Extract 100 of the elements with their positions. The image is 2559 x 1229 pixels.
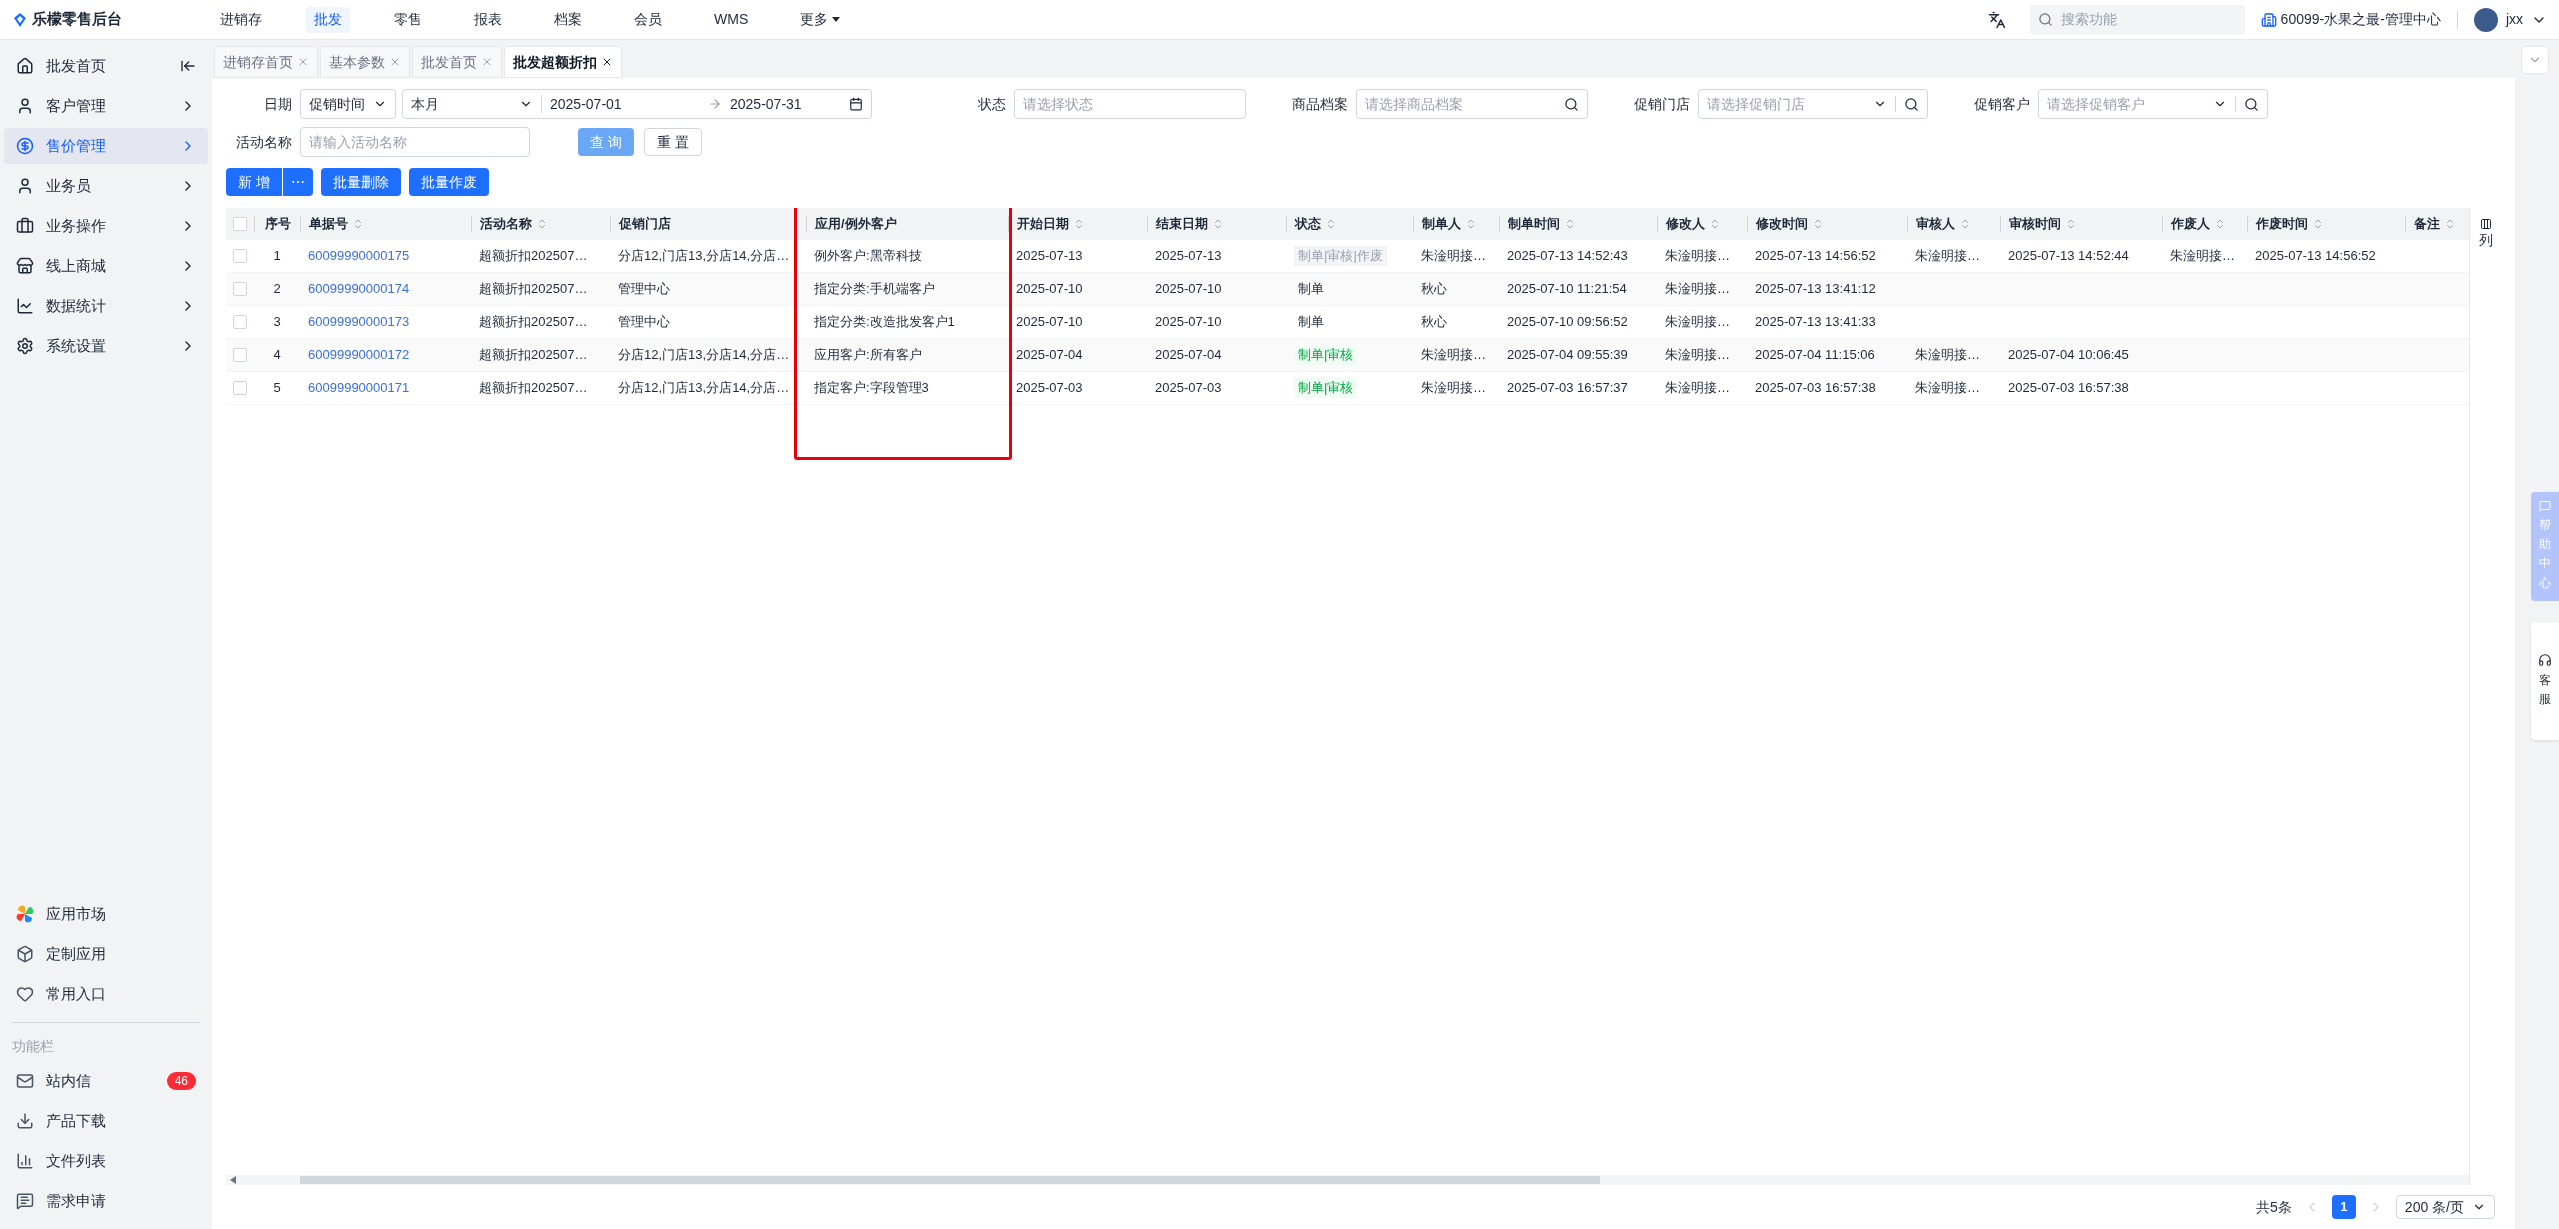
sidebar-item[interactable]: 应用市场	[4, 894, 208, 934]
sidebar-item[interactable]: 产品下载	[4, 1101, 208, 1141]
sort-icon[interactable]	[2214, 218, 2226, 230]
nav-tab[interactable]: WMS	[706, 6, 757, 33]
nav-tab[interactable]: 会员	[626, 6, 670, 33]
sidebar-item[interactable]: 数据统计	[4, 288, 208, 324]
nav-tab[interactable]: 报表	[466, 6, 510, 33]
sort-icon[interactable]	[1709, 218, 1721, 230]
nav-tab[interactable]: 零售	[386, 6, 430, 33]
table-cell-text: 2025-07-10	[1155, 313, 1222, 332]
pinwheel-icon	[16, 905, 34, 923]
page-tab[interactable]: 批发首页	[412, 46, 502, 78]
column-header[interactable]: 修改人	[1657, 216, 1747, 232]
checkbox[interactable]	[233, 348, 247, 362]
checkbox[interactable]	[233, 381, 247, 395]
sidebar-item[interactable]: 售价管理	[4, 128, 208, 164]
sort-icon[interactable]	[352, 218, 364, 230]
column-header[interactable]: 促销门店	[610, 216, 806, 232]
translate-icon[interactable]	[1987, 10, 2006, 29]
filter-label: 日期	[264, 95, 292, 112]
settings-icon	[16, 337, 34, 355]
sidebar-item[interactable]: 文件列表	[4, 1141, 208, 1181]
sort-icon[interactable]	[1325, 218, 1337, 230]
column-header[interactable]: 审核人	[1907, 216, 2000, 232]
sort-icon[interactable]	[1465, 218, 1477, 230]
column-header[interactable]: 审核时间	[2000, 216, 2162, 232]
column-settings-button[interactable]: 列	[2478, 230, 2493, 251]
sidebar-item[interactable]: 线上商城	[4, 248, 208, 284]
table-cell-text: 管理中心	[618, 280, 670, 299]
sort-icon[interactable]	[1212, 218, 1224, 230]
document-link[interactable]: 60099990000172	[308, 345, 410, 365]
page-tab[interactable]: 批发超额折扣	[504, 46, 622, 78]
column-header[interactable]: 作废人	[2162, 216, 2247, 232]
reset-button[interactable]: 重 置	[643, 128, 702, 156]
checkbox[interactable]	[233, 217, 247, 231]
column-header[interactable]: 应用/例外客户	[806, 216, 1008, 232]
sort-icon[interactable]	[2065, 218, 2077, 230]
document-link[interactable]: 60099990000171	[308, 378, 410, 398]
line-chart-icon	[16, 297, 34, 315]
batch-void-button[interactable]: 批量作废	[408, 168, 489, 196]
sidebar-item[interactable]: 业务员	[4, 168, 208, 204]
select-field[interactable]: 促销时间	[300, 89, 396, 119]
sort-icon[interactable]	[2312, 218, 2324, 230]
table-cell-text: 例外客户:黑帝科技	[814, 247, 922, 266]
sidebar-item[interactable]: 客户管理	[4, 88, 208, 124]
sidebar-item[interactable]: 定制应用	[4, 934, 208, 974]
sidebar-item[interactable]: 需求申请	[4, 1181, 208, 1221]
close-icon[interactable]	[601, 56, 613, 68]
document-link[interactable]: 60099990000175	[308, 246, 410, 266]
columns-icon[interactable]	[2479, 218, 2492, 230]
column-header[interactable]: 修改时间	[1747, 216, 1907, 232]
column-header[interactable]: 制单时间	[1499, 216, 1657, 232]
nav-tab[interactable]: 更多	[792, 6, 849, 33]
batch-delete-button[interactable]: 批量删除	[320, 168, 401, 196]
sidebar-item[interactable]: 常用入口	[4, 974, 208, 1014]
page-size-select[interactable]: 200 条/页	[2395, 1195, 2495, 1219]
table-cell-text: 分店12,门店13,分店14,分店…	[618, 346, 790, 365]
checkbox[interactable]	[233, 249, 247, 263]
column-header[interactable]: 开始日期	[1008, 216, 1147, 232]
nav-tab[interactable]: 进销存	[212, 6, 270, 33]
checkbox[interactable]	[233, 282, 247, 296]
horizontal-scrollbar[interactable]	[226, 1175, 2469, 1185]
sidebar-item[interactable]: 业务操作	[4, 208, 208, 244]
org-name[interactable]: 60099-水果之最-管理中心	[2280, 9, 2441, 30]
date-range-field[interactable]: 本月 2025-07-01 2025-07-31	[402, 89, 872, 119]
page-tab[interactable]: 进销存首页	[214, 46, 318, 78]
sidebar-item[interactable]: 批发首页	[4, 48, 208, 84]
collapse-icon[interactable]	[180, 58, 196, 74]
sidebar-item[interactable]: 系统设置	[4, 328, 208, 364]
page-button[interactable]: 1	[2331, 1195, 2356, 1219]
sort-icon[interactable]	[1812, 218, 1824, 230]
column-header[interactable]: 状态	[1286, 216, 1413, 232]
column-header[interactable]: 活动名称	[471, 216, 610, 232]
more-button[interactable]: ⋯	[282, 168, 313, 196]
column-header[interactable]: 备注	[2405, 216, 2469, 232]
table-cell-text: 2025-07-04	[1016, 346, 1083, 365]
tabs-menu-button[interactable]	[2521, 46, 2549, 74]
document-link[interactable]: 60099990000174	[308, 279, 410, 299]
nav-tab[interactable]: 档案	[546, 6, 590, 33]
avatar[interactable]	[2473, 7, 2498, 32]
column-header[interactable]: 结束日期	[1147, 216, 1286, 232]
nav-tab[interactable]: 批发	[306, 6, 350, 33]
scroll-left-icon[interactable]	[230, 1176, 236, 1184]
page-tab[interactable]: 基本参数	[320, 46, 410, 78]
sidebar-item[interactable]: 站内信 46	[4, 1061, 208, 1101]
document-link[interactable]: 60099990000173	[308, 312, 410, 332]
customer-service-button[interactable]: 客服	[2531, 622, 2559, 740]
column-header[interactable]: 制单人	[1413, 216, 1499, 232]
column-header[interactable]: 作废时间	[2247, 216, 2405, 232]
sort-icon[interactable]	[1959, 218, 1971, 230]
sort-icon[interactable]	[2444, 218, 2456, 230]
column-header[interactable]: 序号	[254, 216, 300, 232]
add-button[interactable]: 新 增	[226, 168, 282, 196]
sort-icon[interactable]	[1073, 218, 1085, 230]
table-cell-text: 2025-07-03	[1155, 379, 1222, 398]
column-header[interactable]: 单据号	[300, 216, 471, 232]
sort-icon[interactable]	[1564, 218, 1576, 230]
checkbox[interactable]	[233, 315, 247, 329]
sort-icon[interactable]	[536, 218, 548, 230]
user-name[interactable]: jxx	[2505, 9, 2523, 30]
